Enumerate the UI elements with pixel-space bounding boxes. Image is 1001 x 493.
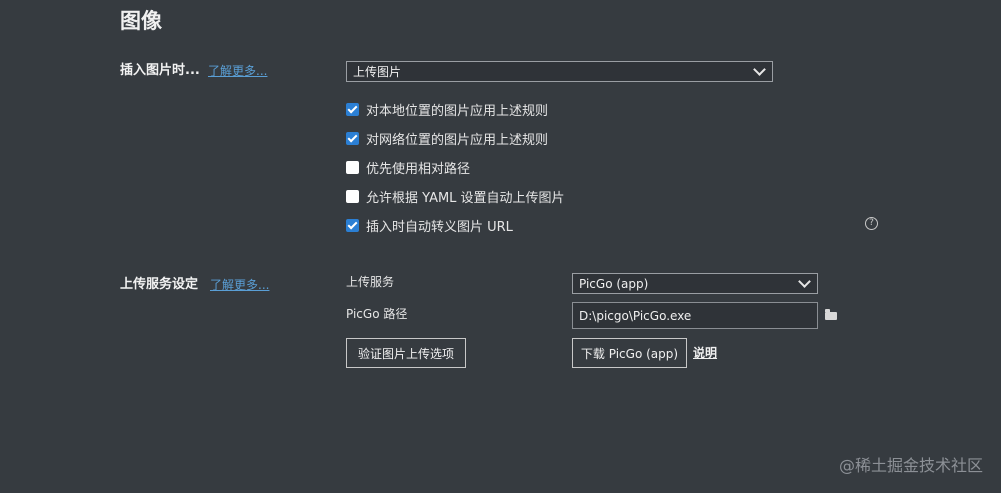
docs-link[interactable]: 说明 [693, 344, 717, 362]
checkbox-label: 对网络位置的图片应用上述规则 [366, 132, 549, 148]
picgo-path-input[interactable]: D:\picgo\PicGo.exe [572, 302, 818, 329]
checkbox-apply-local[interactable]: 对本地位置的图片应用上述规则 [346, 99, 548, 119]
folder-icon[interactable] [825, 309, 837, 320]
checkbox-icon[interactable] [346, 102, 359, 116]
upload-service-learn-more-link[interactable]: 了解更多... [210, 276, 269, 294]
upload-service-value: PicGo (app) [579, 276, 649, 291]
checkbox-escape-url[interactable]: 插入时自动转义图片 URL [346, 215, 513, 235]
upload-service-section-label: 上传服务设定 [120, 277, 199, 292]
upload-service-field-label: 上传服务 [346, 275, 395, 289]
chevron-down-icon [798, 275, 811, 288]
checkbox-icon[interactable] [346, 160, 359, 174]
watermark: @稀土掘金技术社区 [838, 456, 983, 475]
checkbox-relative-path[interactable]: 优先使用相对路径 [346, 157, 470, 177]
checkbox-apply-network[interactable]: 对网络位置的图片应用上述规则 [346, 128, 548, 148]
insert-image-action-value: 上传图片 [353, 65, 402, 79]
picgo-path-field-label: PicGo 路径 [346, 307, 408, 321]
checkbox-icon[interactable] [346, 218, 359, 232]
checkbox-icon[interactable] [346, 189, 359, 203]
upload-service-select[interactable]: PicGo (app) [572, 273, 818, 294]
checkbox-icon[interactable] [346, 131, 359, 145]
help-icon[interactable]: ? [865, 217, 878, 230]
checkbox-label: 优先使用相对路径 [366, 161, 471, 177]
download-picgo-button[interactable]: 下载 PicGo (app) [572, 338, 687, 368]
insert-image-learn-more-link[interactable]: 了解更多... [208, 62, 267, 80]
insert-image-section-label: 插入图片时... [120, 63, 200, 78]
checkbox-label: 对本地位置的图片应用上述规则 [366, 103, 549, 119]
verify-upload-button[interactable]: 验证图片上传选项 [346, 338, 466, 368]
page-title: 图像 [120, 9, 162, 33]
checkbox-label: 允许根据 YAML 设置自动上传图片 [366, 190, 565, 206]
insert-image-action-select[interactable]: 上传图片 [346, 61, 773, 82]
picgo-path-value: D:\picgo\PicGo.exe [579, 308, 692, 323]
checkbox-yaml-auto-upload[interactable]: 允许根据 YAML 设置自动上传图片 [346, 186, 565, 206]
checkbox-label: 插入时自动转义图片 URL [366, 219, 513, 235]
chevron-down-icon [753, 63, 766, 76]
